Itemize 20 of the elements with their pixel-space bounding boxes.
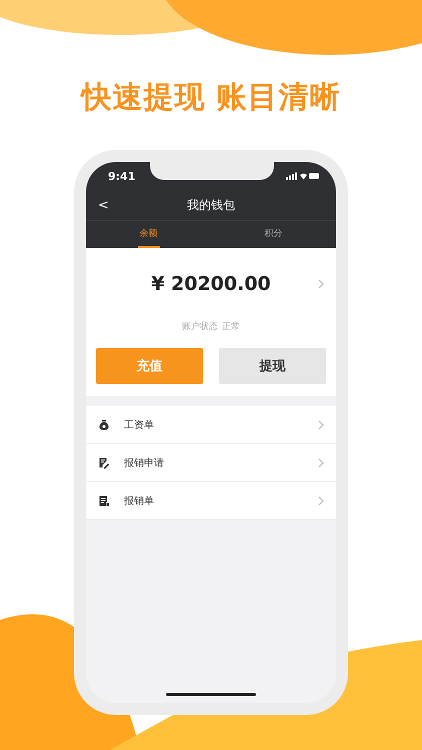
chevron-right-icon <box>318 279 324 289</box>
menu-item[interactable]: 报销单 <box>86 482 336 520</box>
receipt-icon <box>98 494 110 506</box>
status-icons-drawing <box>286 172 320 180</box>
menu-item[interactable]: 报销申请 <box>86 444 336 482</box>
chevron-right-icon <box>318 458 324 468</box>
edit-document-icon <box>98 456 110 468</box>
status-value: 正常 <box>222 320 240 333</box>
back-button[interactable]: < <box>98 198 109 212</box>
menu-item[interactable]: 工资单 <box>86 406 336 444</box>
withdraw-button[interactable]: 提现 <box>219 348 326 384</box>
money-bag-icon <box>98 418 110 430</box>
headline: 快速提现 账目清晰 <box>81 79 341 117</box>
tab[interactable]: 积分 <box>262 221 284 248</box>
status-label: 账户状态 <box>182 320 218 333</box>
chevron-right-icon <box>318 496 324 506</box>
status-time: 9:41 <box>108 170 136 182</box>
balance-amount: ¥ 20200.00 <box>151 273 271 295</box>
chevron-right-icon <box>318 420 324 430</box>
page-title: 我的钱包 <box>187 196 235 214</box>
